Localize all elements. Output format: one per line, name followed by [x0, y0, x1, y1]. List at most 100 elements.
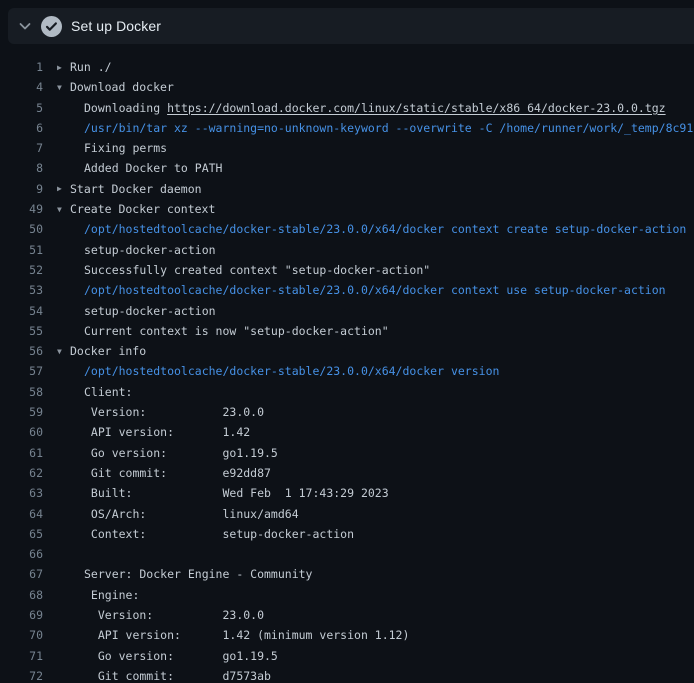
log-line: 57/opt/hostedtoolcache/docker-stable/23.… — [0, 361, 694, 381]
line-number[interactable]: 58 — [0, 382, 48, 402]
line-number[interactable]: 52 — [0, 260, 48, 280]
line-number[interactable]: 54 — [0, 301, 48, 321]
log-line: 7 Fixing perms — [0, 138, 694, 158]
log-line: 51 setup-docker-action — [0, 240, 694, 260]
download-url-link[interactable]: https://download.docker.com/linux/static… — [167, 101, 666, 115]
log-line: 66 — [0, 544, 694, 564]
log-text: Built: Wed Feb 1 17:43:29 2023 — [57, 483, 389, 503]
log-line[interactable]: 9 ▶Start Docker daemon — [0, 179, 694, 199]
log-line: 61 Go version: go1.19.5 — [0, 443, 694, 463]
log-text: setup-docker-action — [57, 301, 216, 321]
log-line: 55 Current context is now "setup-docker-a… — [0, 321, 694, 341]
log-line: 67 Server: Docker Engine - Community — [0, 564, 694, 584]
triangle-right-icon: ▶ — [57, 58, 70, 78]
line-number[interactable]: 68 — [0, 585, 48, 605]
line-number[interactable]: 4 — [0, 77, 48, 97]
line-number[interactable]: 63 — [0, 483, 48, 503]
log-text: Successfully created context "setup-dock… — [57, 260, 430, 280]
log-text: Go version: go1.19.5 — [57, 646, 278, 666]
log-text: Version: 23.0.0 — [57, 605, 264, 625]
triangle-down-icon: ▼ — [57, 78, 70, 98]
group-line-body: ▼Create Docker context — [57, 199, 215, 219]
line-number[interactable]: 62 — [0, 463, 48, 483]
log-text: Git commit: d7573ab — [57, 666, 271, 683]
group-title: Start Docker daemon — [70, 182, 202, 196]
log-text: Downloading https://download.docker.com/… — [57, 98, 666, 118]
line-number[interactable]: 9 — [0, 179, 48, 199]
check-circle-icon — [41, 16, 62, 37]
line-number[interactable]: 5 — [0, 98, 48, 118]
line-number[interactable]: 49 — [0, 199, 48, 219]
line-number[interactable]: 1 — [0, 57, 48, 77]
line-number[interactable]: 55 — [0, 321, 48, 341]
line-number[interactable]: 66 — [0, 544, 48, 564]
log-line: 59 Version: 23.0.0 — [0, 402, 694, 422]
line-number[interactable]: 67 — [0, 564, 48, 584]
step-title: Set up Docker — [71, 18, 161, 34]
group-title: Docker info — [70, 344, 146, 358]
line-number[interactable]: 61 — [0, 443, 48, 463]
log-line: 53/opt/hostedtoolcache/docker-stable/23.… — [0, 280, 694, 300]
log-text: Added Docker to PATH — [57, 158, 222, 178]
command-text: /opt/hostedtoolcache/docker-stable/23.0.… — [57, 361, 499, 381]
line-number[interactable]: 60 — [0, 422, 48, 442]
log-text: API version: 1.42 (minimum version 1.12) — [57, 625, 409, 645]
line-number[interactable]: 56 — [0, 341, 48, 361]
line-number[interactable]: 57 — [0, 361, 48, 381]
log-viewer: 1▶Run ./4▼Download docker5Downloading ht… — [0, 44, 694, 683]
line-number[interactable]: 59 — [0, 402, 48, 422]
log-line[interactable]: 56 ▼Docker info — [0, 341, 694, 361]
log-text: setup-docker-action — [57, 240, 216, 260]
step-header[interactable]: Set up Docker — [8, 8, 694, 44]
log-line[interactable]: 49 ▼Create Docker context — [0, 199, 694, 219]
triangle-down-icon: ▼ — [57, 342, 70, 362]
line-number[interactable]: 65 — [0, 524, 48, 544]
line-number[interactable]: 69 — [0, 605, 48, 625]
log-line: 5 Downloading https://download.docker.com… — [0, 98, 694, 118]
log-line: 62 Git commit: e92dd87 — [0, 463, 694, 483]
group-line-body: ▶Run ./ — [57, 57, 112, 77]
line-number[interactable]: 8 — [0, 158, 48, 178]
line-number[interactable]: 71 — [0, 646, 48, 666]
line-number[interactable]: 50 — [0, 219, 48, 239]
line-number[interactable]: 64 — [0, 504, 48, 524]
log-line[interactable]: 1 ▶Run ./ — [0, 57, 694, 77]
line-number[interactable]: 51 — [0, 240, 48, 260]
log-text: Context: setup-docker-action — [57, 524, 354, 544]
log-line: 54 setup-docker-action — [0, 301, 694, 321]
log-text-prefix: Downloading — [84, 101, 167, 115]
line-number[interactable]: 53 — [0, 280, 48, 300]
log-text: Git commit: e92dd87 — [57, 463, 271, 483]
log-text: OS/Arch: linux/amd64 — [57, 504, 299, 524]
command-text: /usr/bin/tar xz --warning=no-unknown-key… — [57, 118, 693, 138]
log-text: API version: 1.42 — [57, 422, 250, 442]
group-title: Run ./ — [70, 60, 112, 74]
log-line: 71 Go version: go1.19.5 — [0, 646, 694, 666]
log-text: Fixing perms — [57, 138, 167, 158]
group-line-body: ▶Start Docker daemon — [57, 179, 202, 199]
log-line: 69 Version: 23.0.0 — [0, 605, 694, 625]
log-text: Engine: — [57, 585, 139, 605]
log-text: Go version: go1.19.5 — [57, 443, 278, 463]
group-line-body: ▼Download docker — [57, 77, 174, 97]
log-line: 6/usr/bin/tar xz --warning=no-unknown-ke… — [0, 118, 694, 138]
log-line: 8 Added Docker to PATH — [0, 158, 694, 178]
command-text: /opt/hostedtoolcache/docker-stable/23.0.… — [57, 280, 666, 300]
line-number[interactable]: 70 — [0, 625, 48, 645]
log-line: 58Client: — [0, 382, 694, 402]
triangle-down-icon: ▼ — [57, 200, 70, 220]
line-number[interactable]: 72 — [0, 666, 48, 683]
command-text: /opt/hostedtoolcache/docker-stable/23.0.… — [57, 219, 686, 239]
log-line: 64 OS/Arch: linux/amd64 — [0, 504, 694, 524]
chevron-down-icon — [17, 18, 33, 34]
log-text: Server: Docker Engine - Community — [57, 564, 312, 584]
log-line: 52 Successfully created context "setup-do… — [0, 260, 694, 280]
line-number[interactable]: 6 — [0, 118, 48, 138]
line-number[interactable]: 7 — [0, 138, 48, 158]
log-text: Version: 23.0.0 — [57, 402, 264, 422]
group-title: Download docker — [70, 80, 174, 94]
log-line: 60 API version: 1.42 — [0, 422, 694, 442]
log-text: Current context is now "setup-docker-act… — [57, 321, 389, 341]
log-line: 63 Built: Wed Feb 1 17:43:29 2023 — [0, 483, 694, 503]
log-line[interactable]: 4 ▼Download docker — [0, 77, 694, 97]
